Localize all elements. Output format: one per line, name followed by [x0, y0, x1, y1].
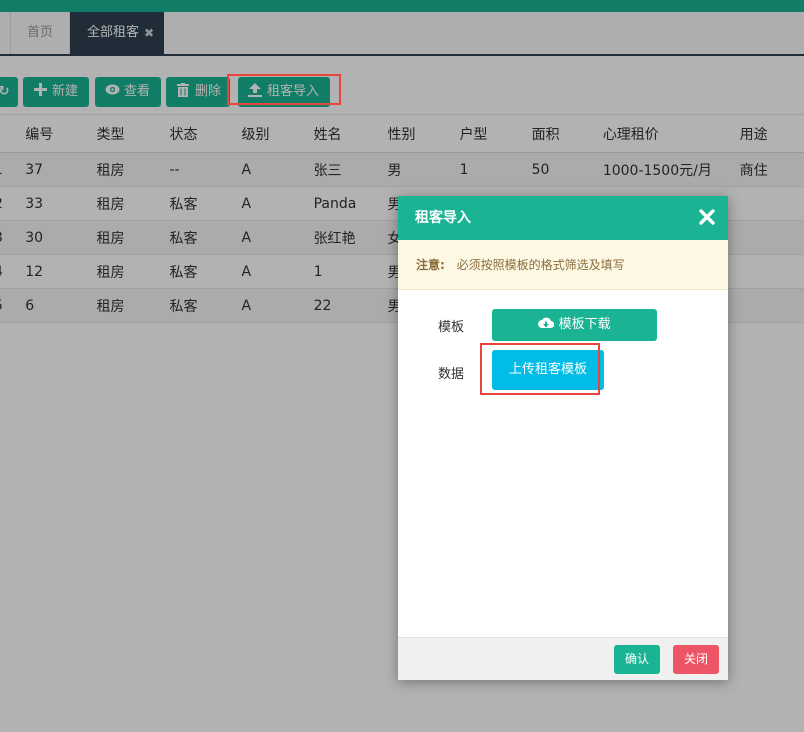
close-button[interactable]: 关闭 — [673, 645, 719, 674]
dialog-footer: 确认 关闭 — [398, 637, 728, 680]
dialog-title: 租客导入 — [415, 210, 471, 226]
notice-label: 注意: — [416, 258, 445, 272]
template-download-button[interactable]: 模板下载 — [492, 309, 657, 341]
notice-text: 必须按照模板的格式筛选及填写 — [456, 258, 625, 272]
tenant-import-dialog: 租客导入 注意: 必须按照模板的格式筛选及填写 模板 模板下载 数据 上传租客模… — [398, 196, 728, 680]
template-label: 模板 — [438, 320, 465, 335]
highlight-box — [227, 74, 341, 105]
highlight-box — [480, 343, 600, 395]
template-download-label: 模板下载 — [558, 317, 611, 332]
dialog-header: 租客导入 — [398, 196, 728, 240]
close-icon[interactable] — [698, 208, 716, 226]
cloud-download-icon — [538, 317, 558, 332]
data-label: 数据 — [438, 367, 465, 382]
notice-banner: 注意: 必须按照模板的格式筛选及填写 — [398, 240, 728, 290]
confirm-button[interactable]: 确认 — [614, 645, 660, 674]
